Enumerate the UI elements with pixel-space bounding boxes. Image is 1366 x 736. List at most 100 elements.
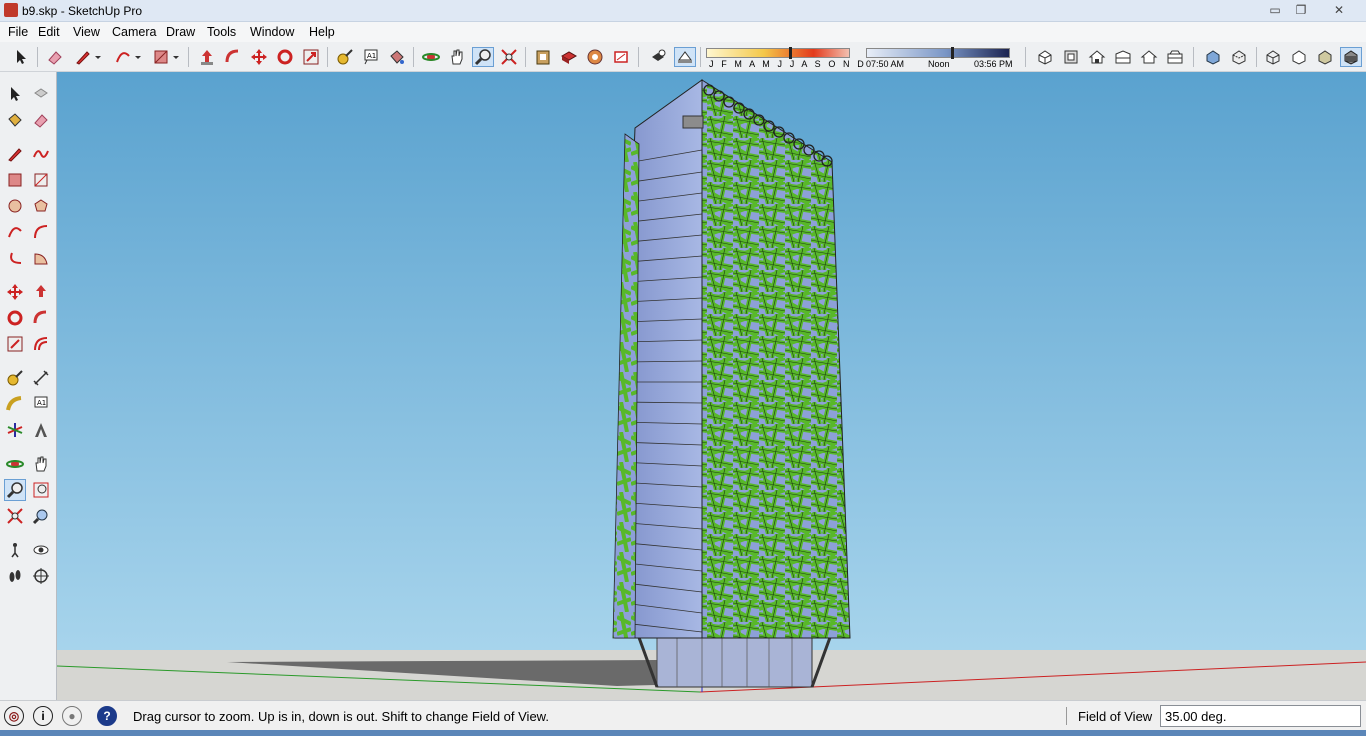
window-title: b9.skp - SketchUp Pro xyxy=(22,4,143,18)
zoom-window-icon[interactable] xyxy=(30,479,52,501)
back-edges-icon[interactable] xyxy=(1228,47,1250,67)
user-account-icon[interactable]: ● xyxy=(62,706,82,726)
rectangle-icon[interactable] xyxy=(150,47,172,67)
right-view-icon[interactable] xyxy=(1112,47,1134,67)
eraser-icon[interactable] xyxy=(30,109,52,131)
tape-measure-icon[interactable] xyxy=(334,47,356,67)
rotate-icon[interactable] xyxy=(4,307,26,329)
rotate-icon[interactable] xyxy=(274,47,296,67)
polygon-icon[interactable] xyxy=(30,195,52,217)
extension-icon[interactable] xyxy=(584,47,606,67)
month-slider-thumb[interactable] xyxy=(789,47,793,59)
freehand-icon[interactable] xyxy=(30,143,52,165)
geolocation-icon[interactable]: ◎ xyxy=(4,706,24,726)
menu-edit[interactable]: Edit xyxy=(38,25,60,39)
month-labels: J F M A M J J A S O N D xyxy=(709,59,867,69)
pan-icon[interactable] xyxy=(446,47,468,67)
follow-me-icon[interactable] xyxy=(30,307,52,329)
circle-icon[interactable] xyxy=(4,195,26,217)
orbit-icon[interactable] xyxy=(420,47,442,67)
shadows-toggle-icon[interactable] xyxy=(647,47,669,67)
scale-icon[interactable] xyxy=(4,333,26,355)
credits-icon[interactable]: i xyxy=(33,706,53,726)
shaded-icon[interactable] xyxy=(1314,47,1336,67)
fog-icon[interactable] xyxy=(674,47,696,67)
shaded-textures-icon[interactable] xyxy=(1340,47,1362,67)
arc-icon[interactable] xyxy=(112,47,134,67)
front-view-icon[interactable] xyxy=(1086,47,1108,67)
arc-dropdown-icon[interactable] xyxy=(132,47,144,67)
paint-bucket-icon[interactable] xyxy=(386,47,408,67)
walk-icon[interactable] xyxy=(4,565,26,587)
styles-icon[interactable] xyxy=(610,47,632,67)
rectangle-dropdown-icon[interactable] xyxy=(170,47,182,67)
zoom-extents-icon[interactable] xyxy=(4,505,26,527)
menu-window[interactable]: Window xyxy=(250,25,294,39)
minimize-button[interactable]: ▭ xyxy=(1262,2,1288,18)
components-icon[interactable] xyxy=(558,47,580,67)
restore-button[interactable]: ❐ xyxy=(1288,2,1314,18)
menu-file[interactable]: File xyxy=(8,25,28,39)
time-slider-thumb[interactable] xyxy=(950,47,954,59)
hidden-line-icon[interactable] xyxy=(1288,47,1310,67)
protractor-icon[interactable] xyxy=(4,393,26,415)
eraser-icon[interactable] xyxy=(44,47,66,67)
section-plane-icon[interactable] xyxy=(30,565,52,587)
three-point-arc-icon[interactable] xyxy=(4,247,26,269)
large-tool-set: A1 xyxy=(0,72,57,700)
menu-view[interactable]: View xyxy=(73,25,100,39)
scale-icon[interactable] xyxy=(300,47,322,67)
select-icon[interactable] xyxy=(10,47,32,67)
pencil-icon[interactable] xyxy=(4,143,26,165)
push-pull-icon[interactable] xyxy=(196,47,218,67)
month-slider[interactable] xyxy=(706,47,850,59)
pan-icon[interactable] xyxy=(30,453,52,475)
rotated-rectangle-icon[interactable] xyxy=(30,169,52,191)
top-view-icon[interactable] xyxy=(1060,47,1082,67)
follow-me-icon[interactable] xyxy=(222,47,244,67)
offset-icon[interactable] xyxy=(30,333,52,355)
two-point-arc-icon[interactable] xyxy=(30,221,52,243)
back-view-icon[interactable] xyxy=(1138,47,1160,67)
measurements-input[interactable]: 35.00 deg. xyxy=(1160,705,1361,727)
zoom-icon[interactable] xyxy=(4,479,26,501)
model-viewport[interactable] xyxy=(57,72,1366,700)
xray-icon[interactable] xyxy=(1202,47,1224,67)
arc-icon[interactable] xyxy=(4,221,26,243)
move-icon[interactable] xyxy=(248,47,270,67)
pencil-icon[interactable] xyxy=(72,47,94,67)
scene-canvas[interactable] xyxy=(57,72,1366,700)
push-pull-icon[interactable] xyxy=(30,281,52,303)
paint-bucket-icon[interactable] xyxy=(4,109,26,131)
tape-measure-icon[interactable] xyxy=(4,367,26,389)
position-camera-icon[interactable] xyxy=(4,539,26,561)
pie-icon[interactable] xyxy=(30,247,52,269)
3d-text-icon[interactable] xyxy=(30,419,52,441)
menu-tools[interactable]: Tools xyxy=(207,25,236,39)
close-button[interactable]: ✕ xyxy=(1326,2,1352,18)
orbit-icon[interactable] xyxy=(4,453,26,475)
wireframe-icon[interactable] xyxy=(1262,47,1284,67)
warehouse-icon[interactable] xyxy=(532,47,554,67)
time-slider[interactable] xyxy=(866,47,1010,59)
rectangle-icon[interactable] xyxy=(4,169,26,191)
text-icon[interactable]: A1 xyxy=(360,47,382,67)
menu-help[interactable]: Help xyxy=(309,25,335,39)
component-icon[interactable] xyxy=(30,83,52,105)
iso-view-icon[interactable] xyxy=(1034,47,1056,67)
pencil-dropdown-icon[interactable] xyxy=(92,47,104,67)
zoom-extents-icon[interactable] xyxy=(498,47,520,67)
dimension-icon[interactable] xyxy=(30,367,52,389)
select-icon[interactable] xyxy=(4,83,26,105)
zoom-icon[interactable] xyxy=(472,47,494,67)
axes-icon[interactable] xyxy=(4,419,26,441)
menu-camera[interactable]: Camera xyxy=(112,25,156,39)
text-icon[interactable]: A1 xyxy=(30,393,52,415)
menu-draw[interactable]: Draw xyxy=(166,25,195,39)
left-view-icon[interactable] xyxy=(1164,47,1186,67)
previous-view-icon[interactable] xyxy=(30,505,52,527)
status-divider xyxy=(1066,707,1067,725)
move-icon[interactable] xyxy=(4,281,26,303)
instructor-help-icon[interactable]: ? xyxy=(97,706,117,726)
look-around-icon[interactable] xyxy=(30,539,52,561)
